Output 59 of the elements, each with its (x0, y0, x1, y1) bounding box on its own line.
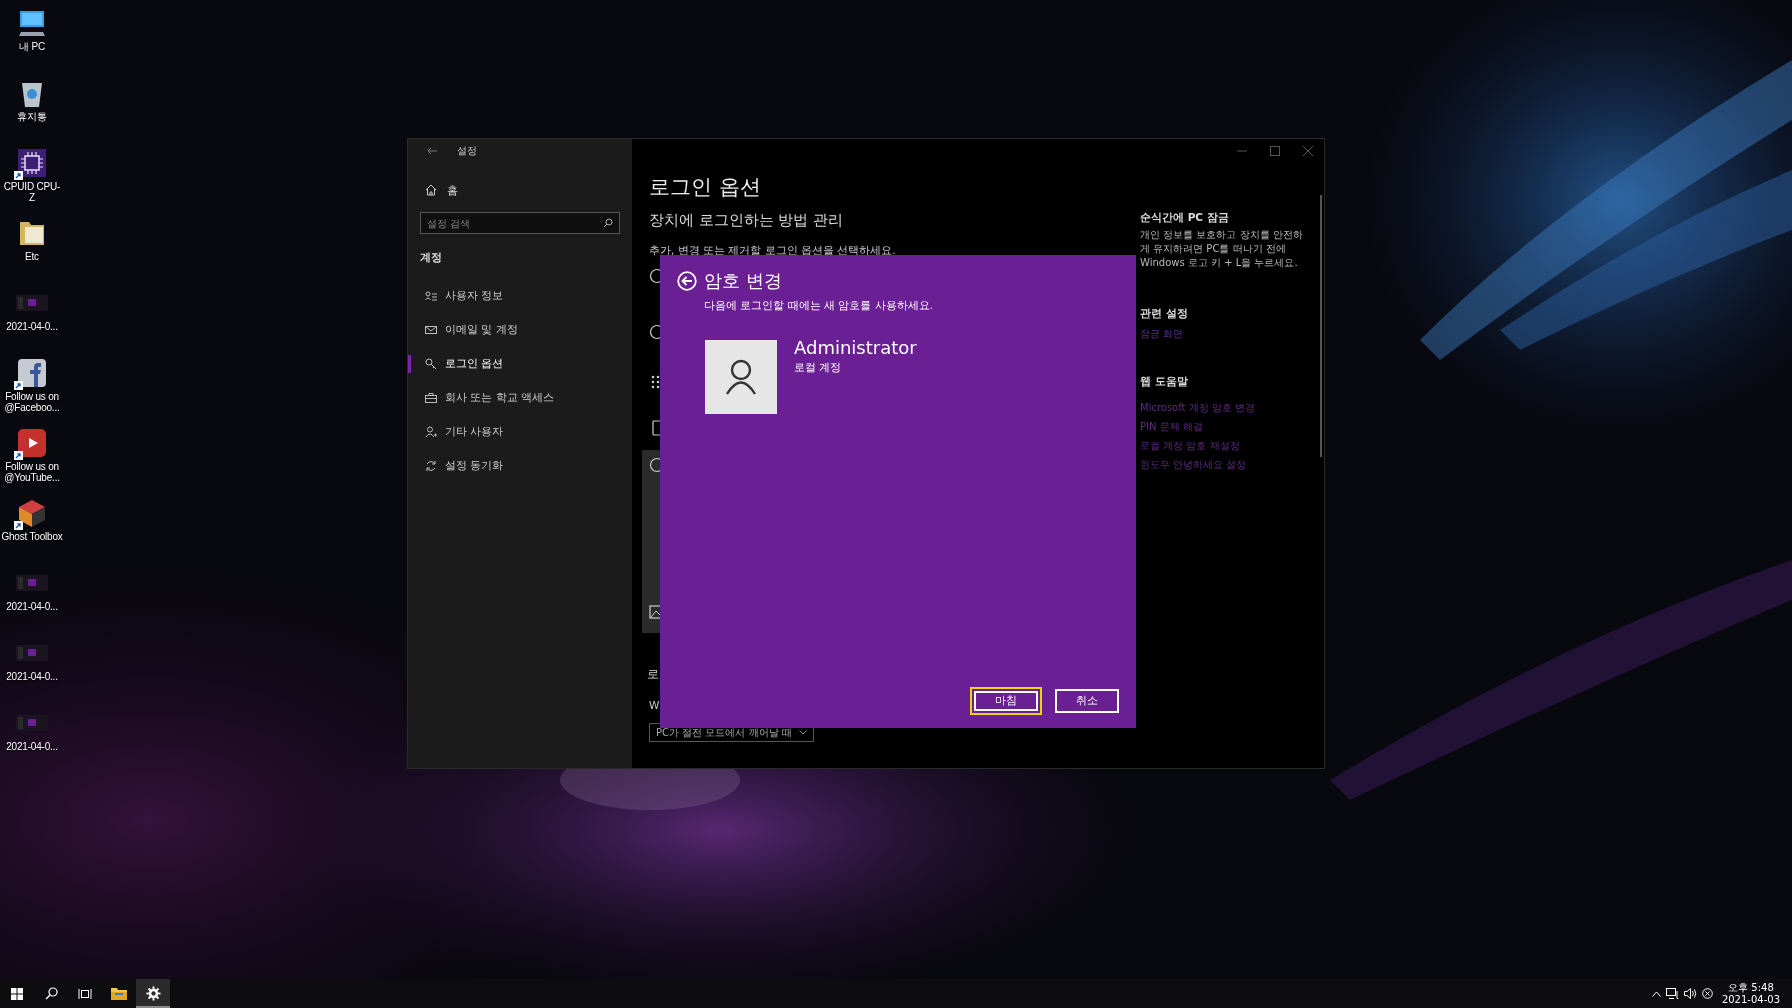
close-icon[interactable] (1302, 146, 1313, 156)
cube-icon (17, 498, 47, 528)
nav-item[interactable]: 로그인 옵션 (408, 347, 632, 381)
caret-icon (799, 730, 807, 735)
task-view-icon (78, 987, 92, 1000)
section-heading: 계정 (420, 249, 443, 266)
page-subtitle: 장치에 로그인하는 방법 관리 (649, 211, 844, 230)
speaker-icon[interactable] (1683, 988, 1697, 999)
key-icon (425, 358, 437, 370)
search-icon (603, 218, 613, 228)
clock[interactable]: 오후 5:48 2021-04-03 (1717, 981, 1784, 1006)
user-list-icon (425, 290, 437, 302)
side-heading: 관련 설정 (1140, 306, 1189, 321)
taskbar-button[interactable] (136, 979, 170, 1008)
folder-icon (111, 987, 127, 1000)
facebook-icon (17, 358, 47, 388)
side-heading: 순식간에 PC 잠금 (1140, 210, 1230, 225)
monitor-icon (17, 8, 47, 38)
page-hint: 추가, 변경 또는 제거할 로그인 옵션을 선택하세요. (649, 243, 897, 258)
screenshot-thumbnail (16, 712, 48, 734)
chip-icon (17, 148, 47, 178)
nav-item[interactable]: 이메일 및 계정 (408, 313, 632, 347)
home-link[interactable]: 홈 (420, 175, 620, 205)
scrollbar[interactable] (1320, 195, 1322, 457)
video-icon (17, 428, 47, 458)
dialog-button[interactable]: 취소 (1055, 689, 1119, 713)
settings-icon (145, 986, 161, 1001)
field-label: W (649, 698, 660, 712)
side-text: 개인 정보를 보호하고 장치를 안전하게 유지하려면 PC를 떠나기 전에 Windows 로고 키 + L을 누르세요. (1140, 228, 1304, 270)
screenshot-thumbnail (16, 642, 48, 664)
back-button[interactable] (677, 271, 697, 291)
screenshot-thumbnail (16, 572, 48, 594)
windows-logo-icon (11, 987, 23, 1000)
network-icon[interactable] (1665, 988, 1679, 999)
mail-icon (425, 324, 437, 336)
back-arrow-icon[interactable] (427, 147, 437, 155)
screenshot-thumbnail (16, 292, 48, 314)
dialog-title: 암호 변경 (704, 269, 782, 293)
nav-item[interactable]: 사용자 정보 (408, 279, 632, 313)
page-title: 로그인 옵션 (649, 174, 762, 201)
search-icon (44, 987, 58, 1000)
briefcase-icon (425, 392, 437, 404)
home-icon (425, 184, 437, 196)
nav-item[interactable]: 기타 사용자 (408, 415, 632, 449)
search-field[interactable]: 설정 검색 (420, 212, 620, 234)
section-heading: 로 (647, 666, 659, 683)
circle-icon[interactable] (1701, 988, 1713, 999)
side-heading: 웹 도움말 (1140, 374, 1189, 389)
dialog-button[interactable]: 마침 (970, 687, 1042, 715)
nav-item[interactable]: 회사 또는 학교 액세스 (408, 381, 632, 415)
person-icon (425, 426, 437, 438)
nav-item[interactable]: 설정 동기화 (408, 449, 632, 483)
chevron-up-icon[interactable] (1651, 990, 1661, 997)
account-name: Administrator (794, 336, 917, 360)
sync-icon (425, 460, 437, 472)
account-type: 로컬 계정 (794, 360, 843, 374)
dialog-subtitle: 다음에 로그인할 때에는 새 암호를 사용하세요. (704, 298, 935, 313)
window-title: 설정 (457, 144, 477, 158)
maximize-icon[interactable] (1269, 146, 1280, 156)
